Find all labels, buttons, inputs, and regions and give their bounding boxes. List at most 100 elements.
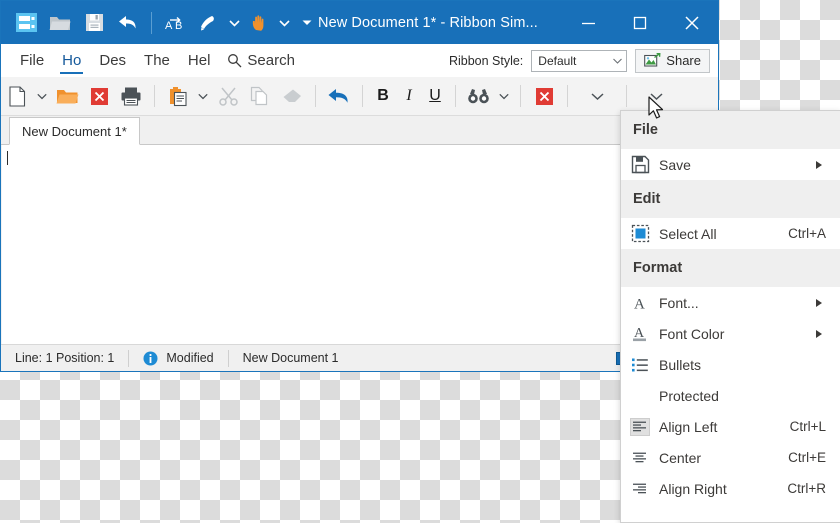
menu-item-label: Center bbox=[659, 449, 702, 466]
undo-button[interactable] bbox=[323, 78, 355, 114]
align-left-icon bbox=[621, 417, 659, 436]
open-folder-button[interactable] bbox=[51, 78, 83, 114]
bold-button[interactable]: B bbox=[370, 78, 396, 114]
submenu-arrow-icon bbox=[816, 329, 822, 338]
svg-text:A: A bbox=[165, 20, 173, 32]
ribbon-style-label: Ribbon Style: bbox=[448, 53, 524, 68]
menu-item-label: Align Right bbox=[659, 480, 727, 497]
menu-item-shortcut: Ctrl+L bbox=[789, 419, 826, 434]
toolbar-separator bbox=[315, 85, 316, 107]
menu-item-protected[interactable]: Protected bbox=[621, 380, 840, 411]
menu-item-label: Font Color bbox=[659, 325, 725, 342]
paint-icon[interactable] bbox=[192, 6, 226, 40]
floppy-save-icon bbox=[621, 155, 659, 174]
ribbon-tabs: File Ho Des The Hel Search bbox=[1, 44, 303, 77]
menu-item-bullets[interactable]: Bullets bbox=[621, 349, 840, 380]
undo-icon[interactable] bbox=[111, 6, 145, 40]
copy-button bbox=[244, 78, 276, 114]
menu-item-align-left[interactable]: Align Left Ctrl+L bbox=[621, 411, 840, 442]
search-icon bbox=[227, 53, 242, 68]
new-document-button[interactable] bbox=[1, 78, 33, 114]
toolbar-separator bbox=[567, 85, 568, 107]
menu-item-label: Select All bbox=[659, 225, 717, 242]
menu-item-shortcut: Ctrl+E bbox=[788, 450, 826, 465]
menu-item-shortcut: Ctrl+A bbox=[788, 226, 826, 241]
menu-item-save[interactable]: Save bbox=[621, 149, 840, 180]
menu-item-font[interactable]: A Font... bbox=[621, 287, 840, 318]
align-right-icon bbox=[621, 483, 659, 495]
menu-item-align-right[interactable]: Align Right Ctrl+R bbox=[621, 473, 840, 504]
document-editor[interactable] bbox=[1, 145, 718, 344]
bullet-list-icon bbox=[621, 357, 659, 373]
close-button[interactable] bbox=[666, 1, 718, 44]
menu-item-label: Align Left bbox=[659, 418, 718, 435]
status-modified: Modified bbox=[129, 345, 227, 371]
toolbar-separator bbox=[362, 85, 363, 107]
toolbar-separator bbox=[151, 11, 152, 34]
share-button[interactable]: Share bbox=[635, 48, 710, 73]
tab-file[interactable]: File bbox=[11, 44, 53, 77]
quick-access-toolbar: A B bbox=[1, 6, 316, 40]
open-folder-icon[interactable] bbox=[43, 6, 77, 40]
tab-help[interactable]: Hel bbox=[179, 44, 220, 77]
menu-item-select-all[interactable]: Select All Ctrl+A bbox=[621, 218, 840, 249]
toolbar-overflow-button[interactable] bbox=[575, 78, 619, 114]
toolbar-separator bbox=[520, 85, 521, 107]
ribbon-style-area: Ribbon Style: Default Share bbox=[449, 44, 718, 77]
menu-section-header-edit: Edit bbox=[621, 180, 840, 218]
ribbon-expand-button[interactable] bbox=[634, 78, 678, 114]
ribbon-search[interactable]: Search bbox=[219, 44, 303, 77]
ribbon-style-select[interactable]: Default bbox=[531, 49, 628, 72]
title-bar: A B New Document 1* - Ribbon Sim... bbox=[1, 1, 718, 44]
chevron-down-icon[interactable] bbox=[33, 78, 51, 114]
menu-item-label: Protected bbox=[659, 387, 719, 404]
paste-button[interactable] bbox=[162, 78, 194, 114]
italic-button[interactable]: I bbox=[396, 78, 422, 114]
info-icon bbox=[143, 351, 158, 366]
document-tab-strip: New Document 1* bbox=[1, 116, 718, 145]
toolbar-separator bbox=[455, 85, 456, 107]
title-dropdown-icon[interactable] bbox=[298, 6, 316, 40]
delete-button[interactable] bbox=[528, 78, 560, 114]
toolbar-separator bbox=[154, 85, 155, 107]
menu-item-center[interactable]: Center Ctrl+E bbox=[621, 442, 840, 473]
ribbon-style-value: Default bbox=[538, 53, 577, 68]
window-controls bbox=[562, 1, 718, 44]
font-a-icon: A bbox=[621, 294, 659, 312]
find-button[interactable] bbox=[463, 78, 495, 114]
window-title: New Document 1* - Ribbon Sim... bbox=[318, 14, 538, 31]
ribbon-tab-bar: File Ho Des The Hel Search Ribbon Style:… bbox=[1, 44, 718, 77]
tab-theme[interactable]: The bbox=[135, 44, 179, 77]
chevron-down-icon[interactable] bbox=[194, 78, 212, 114]
chevron-down-icon[interactable] bbox=[495, 78, 513, 114]
chevron-down-icon[interactable] bbox=[276, 6, 292, 40]
document-tab[interactable]: New Document 1* bbox=[9, 117, 140, 145]
align-center-icon bbox=[621, 452, 659, 464]
submenu-arrow-icon bbox=[816, 160, 822, 169]
app-menu-icon[interactable] bbox=[9, 6, 43, 40]
toolbar-overflow-menu: File Save Edit Select All Ctrl+A Format … bbox=[620, 110, 840, 523]
status-position: Line: 1 Position: 1 bbox=[15, 351, 115, 365]
ab-compare-icon[interactable]: A B bbox=[158, 6, 192, 40]
chevron-down-icon bbox=[608, 58, 626, 64]
underline-button[interactable]: U bbox=[422, 78, 448, 114]
maximize-button[interactable] bbox=[614, 1, 666, 44]
share-image-icon bbox=[644, 53, 661, 68]
close-document-button[interactable] bbox=[83, 78, 115, 114]
menu-section-header-format: Format bbox=[621, 249, 840, 287]
menu-item-label: Bullets bbox=[659, 356, 702, 373]
menu-item-font-color[interactable]: A Font Color bbox=[621, 318, 840, 349]
share-label: Share bbox=[666, 53, 701, 68]
minimize-button[interactable] bbox=[562, 1, 614, 44]
hand-pointer-icon[interactable] bbox=[242, 6, 276, 40]
menu-item-shortcut: Ctrl+R bbox=[787, 481, 826, 496]
print-button[interactable] bbox=[115, 78, 147, 114]
menu-section-header-file: File bbox=[621, 111, 840, 149]
save-icon[interactable] bbox=[77, 6, 111, 40]
svg-text:A: A bbox=[634, 296, 645, 312]
chevron-down-icon[interactable] bbox=[226, 6, 242, 40]
status-modified-label: Modified bbox=[166, 351, 214, 365]
tab-design[interactable]: Des bbox=[90, 44, 135, 77]
search-label: Search bbox=[247, 52, 295, 69]
tab-home[interactable]: Ho bbox=[53, 44, 90, 77]
